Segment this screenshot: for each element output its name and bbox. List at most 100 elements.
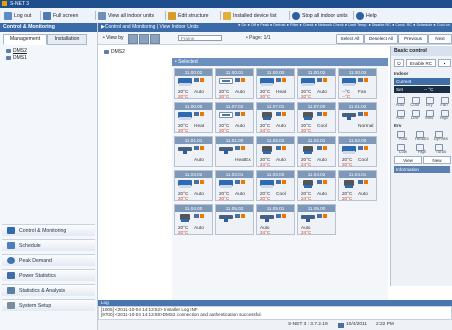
indoor-unit-card[interactable]: 11.07.02 20°C 20°C Auto [215,102,254,133]
set-temp-bar[interactable]: Set -- °C [394,86,450,93]
small-icon-view-icon[interactable] [139,34,149,44]
list-view-icon[interactable] [150,34,160,44]
information-header: Information [394,166,450,173]
nav-system-setup[interactable]: System Setup [2,299,95,311]
unit-mode: Auto [194,158,204,163]
indoor-unit-card[interactable]: 11.04.00 20°C 20°C Auto [174,204,213,235]
mode-auto-button[interactable]: Auto [394,96,406,107]
indoor-unit-icon [260,78,274,87]
erv-auto-button[interactable]: Auto [394,130,412,141]
indoor-unit-card[interactable]: 11.04.01 20°C 20°C Auto [338,170,377,201]
indoor-unit-icon [342,78,356,87]
tree-item-dms1[interactable]: DMS1 [6,55,27,61]
mode-fan-button[interactable]: Fan [438,96,450,107]
indoor-unit-card[interactable]: 11.02.00 20°C 20°C Cool [338,136,377,167]
indoor-unit-card[interactable]: 11.02.01 20°C 24°C Auto [297,136,336,167]
nav-control-monitoring[interactable]: Control & Monitoring [2,224,95,236]
fan-med-button[interactable]: Med [423,109,435,120]
next-button[interactable]: Next [428,34,452,44]
gauge-icon [7,257,15,264]
indoor-label: Indoor [394,71,409,76]
logout-button[interactable]: Log out [4,11,31,20]
indoor-unit-card[interactable]: 11.01.01 Auto [174,136,213,167]
indoor-unit-card[interactable]: 11.00.00 20°C 20°C Heat [256,68,295,99]
indoor-unit-card[interactable]: 11.04.02 20°C 24°C Auto [297,170,336,201]
indoor-unit-icon [260,180,274,189]
help-button[interactable]: Help [356,11,377,20]
stop-all-button[interactable]: Stop all indoor units [292,11,348,20]
large-icon-view-icon[interactable] [128,34,138,44]
lock-icon [194,180,199,184]
erv-high-button[interactable]: High [413,143,431,154]
nav-peak-demand[interactable]: Peak Demand [2,254,95,266]
indoor-unit-card[interactable]: 11.00.02 --°C --°C Fan [338,68,377,99]
indoor-unit-card[interactable]: 11.05.01 Auto 24°C [256,204,295,235]
tree-item-dms2[interactable]: DMS2 [6,48,27,54]
tab-installation[interactable]: Installation [47,34,87,45]
indoor-unit-card[interactable]: 11.03.00 20°C 20°C Cool [256,170,295,201]
new-schedule-button[interactable]: New Schedule [423,156,451,171]
erv-bypass-button[interactable]: byPass [432,130,450,141]
unit-mode: Cool [317,124,327,129]
indoor-unit-card[interactable]: 11.05.02 [215,204,254,235]
fan-high-button[interactable]: High [438,109,450,120]
lock-icon [194,214,199,218]
fan-low-button[interactable]: Low [409,109,421,120]
indoor-unit-card[interactable]: 11.02.02 20°C 24°C Auto [256,136,295,167]
log-line: [9700] <2011-10-04 14:13:58>DMS2 connect… [101,312,262,317]
nav-power-statistics[interactable]: Power Statistics [2,269,95,281]
indoor-unit-card[interactable]: 11.01.02 Normal [338,102,377,133]
set-temp: 20°C [178,196,189,201]
indoor-unit-icon [301,78,315,87]
erv-heatex-button[interactable]: HeatEx [413,130,431,141]
power-toggle[interactable]: ⏻ [394,59,404,67]
indoor-unit-card[interactable]: 11.00.02 20°C 20°C Auto [297,68,336,99]
frame-dropdown[interactable]: Frame [178,35,222,41]
indoor-unit-card[interactable]: 11.05.00 Auto 24°C [297,204,336,235]
status-icon [200,214,204,218]
fullscreen-button[interactable]: Full screen [43,11,78,20]
indoor-unit-card[interactable]: 11.00.00 20°C 20°C Heat [174,102,213,133]
fan-auto-button[interactable]: Auto [394,109,406,120]
indoor-unit-card[interactable]: 11.07.00 20°C 20°C Cool [297,102,336,133]
mode-dry-button[interactable]: Dry [423,96,435,107]
unit-mode: Auto [276,158,286,163]
indoor-unit-card[interactable]: 11.03.02 20°C 20°C Auto [174,170,213,201]
installed-device-list-button[interactable]: Installed device list [223,11,277,20]
nav-statistics-analysis[interactable]: Statistics & Analysis [2,284,95,296]
set-temp: 24°C [260,230,271,235]
deselect-all-button[interactable]: Deselect All [364,34,398,44]
time-label: 2:22 PM [376,322,394,327]
tree2-item-dms2[interactable]: DMS2 [104,49,125,55]
nav-schedule[interactable]: Schedule [2,239,95,251]
erv-turbo-button[interactable]: Turbo [432,143,450,154]
unit-id: 11.07.01 [257,103,294,110]
erv-low-button[interactable]: Low [394,143,412,154]
indoor-unit-card[interactable]: 11.03.01 20°C 20°C Auto [215,170,254,201]
lock-icon [317,214,322,218]
indoor-unit-card[interactable]: 11.00.01 20°C 20°C Auto [215,68,254,99]
unit-id: 11.01.01 [175,137,212,144]
unit-mode: Auto [358,192,368,197]
previous-button[interactable]: Previous [398,34,428,44]
mode-cool-button[interactable]: Cool [409,96,421,107]
lock-icon [235,78,240,82]
unit-mode: HeatEx [235,158,251,163]
view-all-indoor-button[interactable]: View all indoor units [98,11,154,20]
indoor-unit-card[interactable]: 11.01.00 HeatEx [215,136,254,167]
edit-structure-button[interactable]: Edit structure [168,11,209,20]
tab-management[interactable]: Management [3,34,47,45]
indoor-unit-card[interactable]: 11.00.02 20°C 20°C Auto [174,68,213,99]
status-icon [323,112,327,116]
select-all-button[interactable]: Select All [336,34,364,44]
rc-option-button[interactable]: ▪ [438,59,451,67]
view-schedule-button[interactable]: View Schedule [394,156,422,171]
indoor-unit-card[interactable]: 11.07.01 20°C 24°C Auto [256,102,295,133]
set-temp: 20°C [260,196,271,201]
toolbar-divider [40,11,41,20]
set-temp: 20°C [178,94,189,99]
basic-control-panel: Basic control ⏻ Enable RC ▪ Indoor Curre… [390,46,452,286]
enable-rc-button[interactable]: Enable RC [406,59,436,67]
lock-icon [317,112,322,116]
unit-id: 11.00.00 [175,103,212,110]
